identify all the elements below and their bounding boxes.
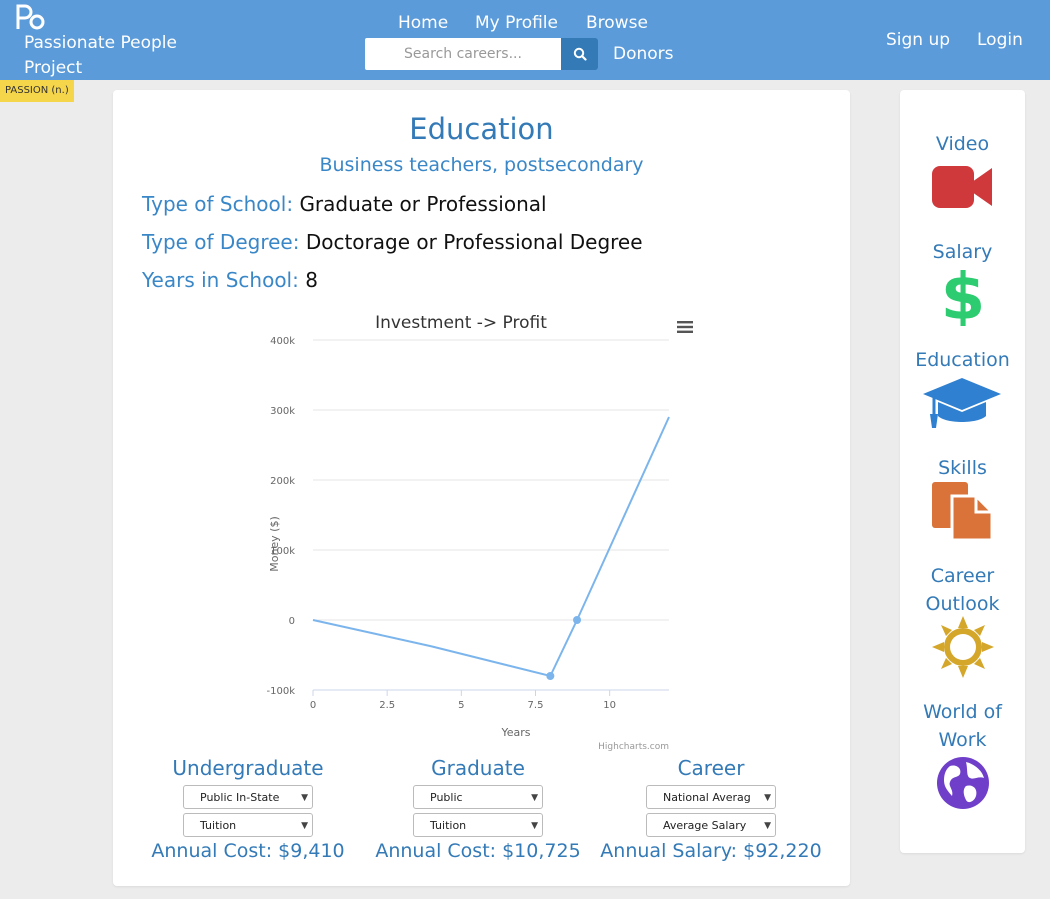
sidebar-item-career-outlook[interactable]: Career Outlook <box>900 562 1025 618</box>
x-tick-label: 10 <box>603 700 616 711</box>
world-of-work-line-1: World of <box>923 701 1002 723</box>
education-card: Education Business teachers, postseconda… <box>113 90 850 886</box>
globe-icon[interactable] <box>936 756 990 810</box>
search-button[interactable] <box>561 38 598 70</box>
degree-type-row: Type of Degree: Doctorage or Professiona… <box>142 230 643 254</box>
chart-credits[interactable]: Highcharts.com <box>598 742 669 752</box>
years-row: Years in School: 8 <box>142 268 318 292</box>
page-title: Education <box>409 112 554 146</box>
years-value: 8 <box>305 268 318 292</box>
career-region-select[interactable]: National Averag ▼ <box>646 785 776 809</box>
x-axis-ticks: 0 2.5 5 7.5 10 <box>310 689 669 711</box>
documents-icon[interactable] <box>932 482 994 542</box>
dollar-icon[interactable]: $ <box>944 264 982 326</box>
graduation-cap-icon[interactable] <box>922 376 1002 430</box>
degree-type-value: Doctorage or Professional Degree <box>305 230 643 254</box>
years-label: Years in School: <box>142 268 299 292</box>
chart-series <box>312 416 670 680</box>
sidebar-item-skills[interactable]: Skills <box>900 454 1025 482</box>
chevron-down-icon: ▼ <box>764 821 771 831</box>
passion-tag[interactable]: PASSION (n.) <box>0 80 74 102</box>
search-input[interactable]: Search careers... <box>365 38 561 70</box>
sun-icon[interactable] <box>932 616 994 678</box>
chevron-down-icon: ▼ <box>531 793 538 803</box>
chevron-down-icon: ▼ <box>301 821 308 831</box>
chart-title: Investment -> Profit <box>375 313 547 333</box>
undergraduate-school-value: Public In-State <box>200 791 280 804</box>
career-annual-salary: Annual Salary: $92,220 <box>600 840 822 862</box>
career-salary-select[interactable]: Average Salary ▼ <box>646 813 776 837</box>
sidebar-item-world-of-work[interactable]: World of Work <box>900 698 1025 754</box>
graduate-cost-value: Tuition <box>430 819 467 832</box>
svg-text:$: $ <box>944 264 982 326</box>
x-tick-label: 5 <box>458 700 464 711</box>
data-point <box>546 672 555 680</box>
chart-grid <box>313 339 669 691</box>
y-tick-label: 0 <box>289 616 295 627</box>
school-type-row: Type of School: Graduate or Professional <box>142 192 547 216</box>
investment-profit-chart: Investment -> Profit -100k0100k200k300k4… <box>267 313 693 752</box>
nav-my-profile[interactable]: My Profile <box>475 13 558 33</box>
y-tick-label: 300k <box>270 406 295 417</box>
graduate-school-value: Public <box>430 791 463 804</box>
chevron-down-icon: ▼ <box>531 821 538 831</box>
school-type-label: Type of School: <box>142 192 294 216</box>
logo-icon[interactable] <box>14 2 48 32</box>
x-tick-label: 0 <box>310 700 316 711</box>
sign-up-link[interactable]: Sign up <box>886 30 950 50</box>
brand-line-2: Project <box>24 58 83 78</box>
x-tick-label: 2.5 <box>379 700 395 711</box>
search-icon <box>573 47 587 61</box>
video-camera-icon[interactable] <box>932 164 994 210</box>
sidebar-item-salary[interactable]: Salary <box>900 238 1025 266</box>
graduate-annual-cost: Annual Cost: $10,725 <box>375 840 581 862</box>
y-tick-label: -100k <box>267 686 296 697</box>
nav-home[interactable]: Home <box>398 13 448 33</box>
login-link[interactable]: Login <box>977 30 1023 50</box>
career-outlook-line-2: Outlook <box>925 593 1000 615</box>
chart-menu-icon[interactable] <box>677 321 693 333</box>
y-axis-label: Money ($) <box>268 516 281 572</box>
top-navbar: Passionate People Project Home My Profil… <box>0 0 1050 80</box>
x-tick-label: 7.5 <box>528 700 544 711</box>
nav-donors[interactable]: Donors <box>613 44 674 64</box>
data-point <box>573 616 582 624</box>
career-subtitle: Business teachers, postsecondary <box>319 154 644 176</box>
y-tick-label: 200k <box>270 476 295 487</box>
career-region-value: National Averag <box>663 791 751 804</box>
y-tick-label: 400k <box>270 336 295 347</box>
degree-type-label: Type of Degree: <box>142 230 300 254</box>
x-axis-label: Years <box>500 726 530 739</box>
brand-name[interactable]: Passionate People Project <box>24 31 214 81</box>
sidebar-item-education[interactable]: Education <box>900 346 1025 374</box>
chevron-down-icon: ▼ <box>764 793 771 803</box>
undergraduate-school-select[interactable]: Public In-State ▼ <box>183 785 313 809</box>
career-outlook-line-1: Career <box>930 565 995 587</box>
brand-line-1: Passionate People <box>24 33 177 53</box>
school-type-value: Graduate or Professional <box>299 192 547 216</box>
graduate-cost-select[interactable]: Tuition ▼ <box>413 813 543 837</box>
world-of-work-line-2: Work <box>938 729 987 751</box>
undergraduate-cost-select[interactable]: Tuition ▼ <box>183 813 313 837</box>
graduate-heading: Graduate <box>431 756 525 780</box>
nav-browse[interactable]: Browse <box>586 13 648 33</box>
chevron-down-icon: ▼ <box>301 793 308 803</box>
career-salary-value: Average Salary <box>663 819 747 832</box>
sidebar: Video Salary $ Education Skills Career O… <box>900 90 1025 853</box>
career-heading: Career <box>677 756 745 780</box>
sidebar-item-video[interactable]: Video <box>900 130 1025 158</box>
undergraduate-annual-cost: Annual Cost: $9,410 <box>151 840 345 862</box>
undergraduate-heading: Undergraduate <box>172 756 324 780</box>
series-line <box>312 416 670 678</box>
graduate-school-select[interactable]: Public ▼ <box>413 785 543 809</box>
undergraduate-cost-value: Tuition <box>200 819 237 832</box>
